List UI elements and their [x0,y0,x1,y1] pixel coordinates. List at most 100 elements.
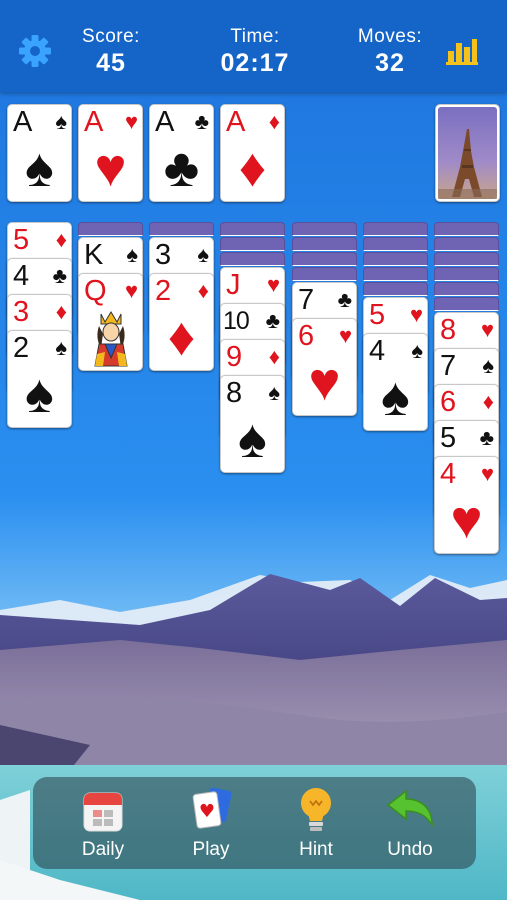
card-suit-small: ♥ [409,302,423,327]
card-rank: A [13,106,33,138]
hint-button[interactable]: Hint [266,777,366,869]
card-rank: 8 [440,314,457,346]
face-down-card [363,252,428,266]
card-rank: 2 [13,332,30,364]
playing-card[interactable]: 2 ♦ ♦ [149,273,214,371]
card-suit-large: ♥ [450,490,483,550]
card-suit-small: ♥ [266,272,280,297]
face-down-card [149,222,214,236]
playing-card[interactable]: 2 ♠ ♠ [7,330,72,428]
card-rank: Q [84,275,107,307]
card-suit-small: ♥ [480,317,494,342]
face-down-card [292,252,357,266]
card-suit-small: ♠ [268,380,280,405]
card-rank: 8 [226,377,243,409]
card-rank: 4 [440,458,457,490]
card-suit-small: ♦ [197,278,209,303]
card-rank: 5 [13,224,30,256]
calendar-icon [83,792,123,832]
card-suit-large: ♥ [94,138,127,198]
cards-icon: ♥ [192,787,232,829]
card-suit-small: ♣ [337,287,352,312]
card-rank: A [155,106,175,138]
time-display: Time: 02:17 [210,26,300,78]
card-rank: 10 [223,307,250,335]
card-rank: 6 [440,386,457,418]
card-rank: 3 [13,296,30,328]
playing-card[interactable]: 8 ♠ ♠ [220,375,285,473]
hint-label: Hint [299,839,333,860]
card-rank: A [226,106,246,138]
time-value: 02:17 [220,49,290,77]
face-down-card [220,222,285,236]
card-suit-small: ♠ [411,338,423,363]
score-label: Score: [82,26,140,47]
card-suit-small: ♥ [480,461,494,486]
card-suit-large: ♠ [381,367,410,427]
undo-arrow-icon [386,789,433,828]
card-rank: 9 [226,341,243,373]
face-down-card [78,222,143,236]
gear-icon[interactable] [18,34,52,68]
card-suit-large: ♦ [167,307,196,367]
card-rank: A [84,106,104,138]
bar-chart-icon[interactable] [445,37,479,67]
face-down-card [434,297,499,311]
undo-label: Undo [387,839,433,860]
card-rank: 2 [155,275,172,307]
card-rank: 7 [298,284,315,316]
daily-button[interactable]: Daily [53,777,153,869]
queen-portrait-icon [87,310,135,367]
lightbulb-icon [301,788,331,831]
card-suit-small: ♥ [338,323,352,348]
card-suit-large: ♠ [25,138,54,198]
card-rank: 6 [298,320,315,352]
moves-label: Moves: [357,26,423,47]
card-suit-small: ♠ [55,335,67,360]
card-suit-large: ♣ [163,138,200,198]
playing-card[interactable]: Q ♥ [78,273,143,371]
card-suit-large: ♥ [308,352,341,412]
card-suit-small: ♠ [126,242,138,267]
bottom-toolbar: Daily ♥ Play Hint Undo [33,777,476,869]
face-down-card [363,237,428,251]
card-suit-small: ♦ [55,227,67,252]
face-down-card [220,252,285,266]
face-down-card [434,252,499,266]
playing-card[interactable]: A ♥ ♥ [78,104,143,202]
playing-card[interactable]: A ♦ ♦ [220,104,285,202]
play-button[interactable]: ♥ Play [161,777,261,869]
playing-card[interactable]: 4 ♠ ♠ [363,333,428,431]
card-rank: K [84,239,104,271]
card-rank: J [226,269,241,301]
face-down-card [220,237,285,251]
svg-text:♥: ♥ [199,801,215,822]
face-down-card [292,237,357,251]
score-display: Score: 45 [76,26,146,78]
top-bar: Score: 45 Time: 02:17 Moves: 32 [0,0,507,92]
eiffel-tower-card-back [438,107,497,199]
playing-card[interactable]: A ♣ ♣ [149,104,214,202]
stock-pile[interactable] [435,104,500,202]
card-rank: 3 [155,239,172,271]
moves-value: 32 [375,49,405,77]
card-rank: 5 [440,422,457,454]
card-suit-small: ♦ [482,389,494,414]
card-rank: 4 [13,260,30,292]
face-down-card [292,222,357,236]
playing-card[interactable]: 4 ♥ ♥ [434,456,499,554]
face-down-card [434,282,499,296]
card-suit-small: ♥ [124,109,138,134]
undo-button[interactable]: Undo [360,777,460,869]
score-value: 45 [96,49,126,77]
playing-card[interactable]: A ♠ ♠ [7,104,72,202]
card-suit-small: ♣ [479,425,494,450]
face-down-card [434,222,499,236]
card-suit-large: ♠ [25,364,54,424]
card-suit-small: ♠ [482,353,494,378]
playing-card[interactable]: 6 ♥ ♥ [292,318,357,416]
card-suit-small: ♦ [268,344,280,369]
card-suit-small: ♦ [55,299,67,324]
card-rank: 4 [369,335,386,367]
daily-label: Daily [81,839,125,860]
